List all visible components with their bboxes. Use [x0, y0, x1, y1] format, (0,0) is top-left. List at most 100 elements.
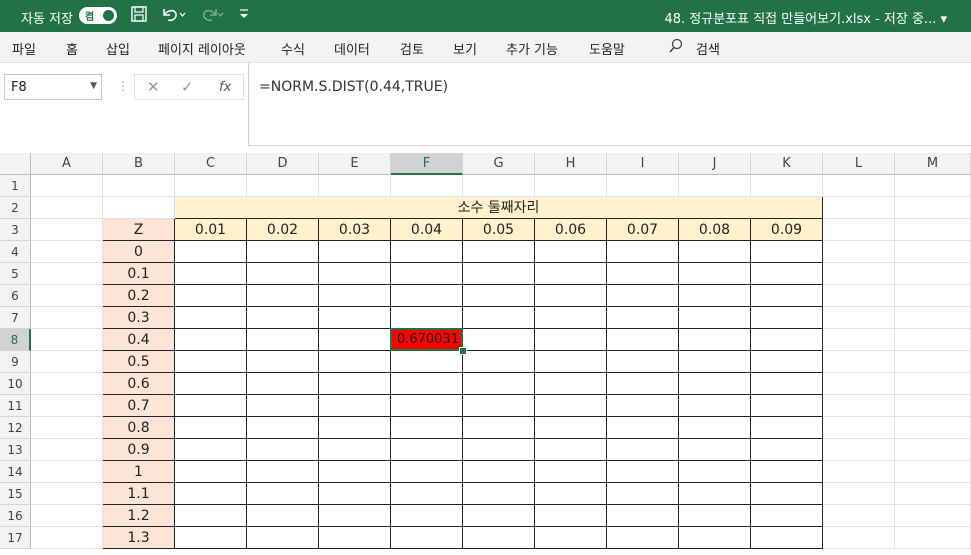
- column-header-e[interactable]: E: [319, 153, 391, 175]
- cell[interactable]: [319, 175, 391, 197]
- table-cell[interactable]: [751, 527, 823, 549]
- table-cell[interactable]: [175, 461, 247, 483]
- table-cell[interactable]: [391, 285, 463, 307]
- cell[interactable]: [823, 527, 895, 549]
- table-cell[interactable]: [751, 395, 823, 417]
- table-cell[interactable]: [535, 307, 607, 329]
- table-cell[interactable]: [391, 527, 463, 549]
- row-header-4[interactable]: 4: [0, 241, 31, 263]
- column-header-a[interactable]: A: [31, 153, 103, 175]
- table-cell[interactable]: [463, 329, 535, 351]
- table-cell[interactable]: [679, 527, 751, 549]
- table-cell[interactable]: [751, 373, 823, 395]
- cell[interactable]: [823, 461, 895, 483]
- table-cell[interactable]: [607, 329, 679, 351]
- table-cell[interactable]: [535, 285, 607, 307]
- table-cell[interactable]: [751, 285, 823, 307]
- cell[interactable]: [823, 417, 895, 439]
- table-cell[interactable]: [751, 461, 823, 483]
- row-header-1[interactable]: 1: [0, 175, 31, 197]
- table-cell[interactable]: [535, 263, 607, 285]
- table-cell[interactable]: [607, 527, 679, 549]
- table-cell[interactable]: [751, 439, 823, 461]
- cell[interactable]: [895, 483, 971, 505]
- table-cell[interactable]: [319, 461, 391, 483]
- table-cell[interactable]: [175, 351, 247, 373]
- z-value-cell[interactable]: 1.3: [103, 527, 175, 549]
- table-cell[interactable]: [535, 439, 607, 461]
- table-cell[interactable]: [679, 373, 751, 395]
- row-header-11[interactable]: 11: [0, 395, 31, 417]
- table-cell[interactable]: [679, 285, 751, 307]
- cell[interactable]: [895, 417, 971, 439]
- decimal-header-cell[interactable]: 0.07: [607, 219, 679, 241]
- table-cell[interactable]: [247, 329, 319, 351]
- table-cell[interactable]: [391, 307, 463, 329]
- table-cell[interactable]: [175, 527, 247, 549]
- table-cell[interactable]: [175, 483, 247, 505]
- cell[interactable]: [895, 461, 971, 483]
- decimal-header-cell[interactable]: 0.03: [319, 219, 391, 241]
- cell[interactable]: [823, 439, 895, 461]
- cell[interactable]: [823, 395, 895, 417]
- row-header-14[interactable]: 14: [0, 461, 31, 483]
- table-cell[interactable]: [319, 263, 391, 285]
- table-cell[interactable]: [679, 461, 751, 483]
- table-cell[interactable]: [463, 439, 535, 461]
- table-cell[interactable]: [175, 417, 247, 439]
- tab-formulas[interactable]: 수식: [281, 39, 305, 58]
- cell[interactable]: [31, 439, 103, 461]
- enter-icon[interactable]: ✓: [181, 78, 194, 96]
- cell[interactable]: [823, 219, 895, 241]
- table-cell[interactable]: [679, 241, 751, 263]
- cell[interactable]: [31, 241, 103, 263]
- row-header-7[interactable]: 7: [0, 307, 31, 329]
- table-cell[interactable]: [751, 307, 823, 329]
- tab-help[interactable]: 도움말: [589, 39, 625, 58]
- table-cell[interactable]: [319, 483, 391, 505]
- table-cell[interactable]: [463, 395, 535, 417]
- decimal-header-cell[interactable]: 0.05: [463, 219, 535, 241]
- cell[interactable]: [31, 219, 103, 241]
- cell[interactable]: [31, 307, 103, 329]
- table-cell[interactable]: [607, 483, 679, 505]
- table-cell[interactable]: [607, 351, 679, 373]
- cell[interactable]: [823, 263, 895, 285]
- cell[interactable]: [895, 175, 971, 197]
- table-cell[interactable]: [679, 483, 751, 505]
- table-cell[interactable]: [463, 285, 535, 307]
- z-value-cell[interactable]: 0.9: [103, 439, 175, 461]
- table-cell[interactable]: [535, 241, 607, 263]
- cell[interactable]: [31, 197, 103, 219]
- row-header-17[interactable]: 17: [0, 527, 31, 549]
- table-cell[interactable]: [607, 417, 679, 439]
- formula-input[interactable]: =NORM.S.DIST(0.44,TRUE): [248, 63, 971, 146]
- table-cell[interactable]: [175, 373, 247, 395]
- tab-home[interactable]: 홈: [66, 39, 78, 58]
- table-cell[interactable]: [463, 505, 535, 527]
- table-cell[interactable]: [391, 439, 463, 461]
- column-header-g[interactable]: G: [463, 153, 535, 175]
- table-cell[interactable]: [463, 241, 535, 263]
- table-cell[interactable]: [463, 307, 535, 329]
- cell[interactable]: [175, 175, 247, 197]
- decimal-header-cell[interactable]: 0.09: [751, 219, 823, 241]
- table-cell[interactable]: [247, 505, 319, 527]
- table-cell[interactable]: [391, 351, 463, 373]
- z-value-cell[interactable]: 1: [103, 461, 175, 483]
- decimal-header-cell[interactable]: 0.01: [175, 219, 247, 241]
- table-cell[interactable]: [391, 505, 463, 527]
- table-cell[interactable]: [319, 241, 391, 263]
- table-cell[interactable]: [463, 417, 535, 439]
- table-cell[interactable]: [751, 505, 823, 527]
- cell[interactable]: [103, 197, 175, 219]
- table-cell[interactable]: [247, 263, 319, 285]
- tab-file[interactable]: 파일: [12, 39, 36, 58]
- table-cell[interactable]: [751, 351, 823, 373]
- column-header-k[interactable]: K: [751, 153, 823, 175]
- row-header-15[interactable]: 15: [0, 483, 31, 505]
- table-cell[interactable]: [535, 417, 607, 439]
- insert-function-button[interactable]: fx: [219, 80, 231, 95]
- cell[interactable]: [391, 175, 463, 197]
- table-cell[interactable]: [535, 351, 607, 373]
